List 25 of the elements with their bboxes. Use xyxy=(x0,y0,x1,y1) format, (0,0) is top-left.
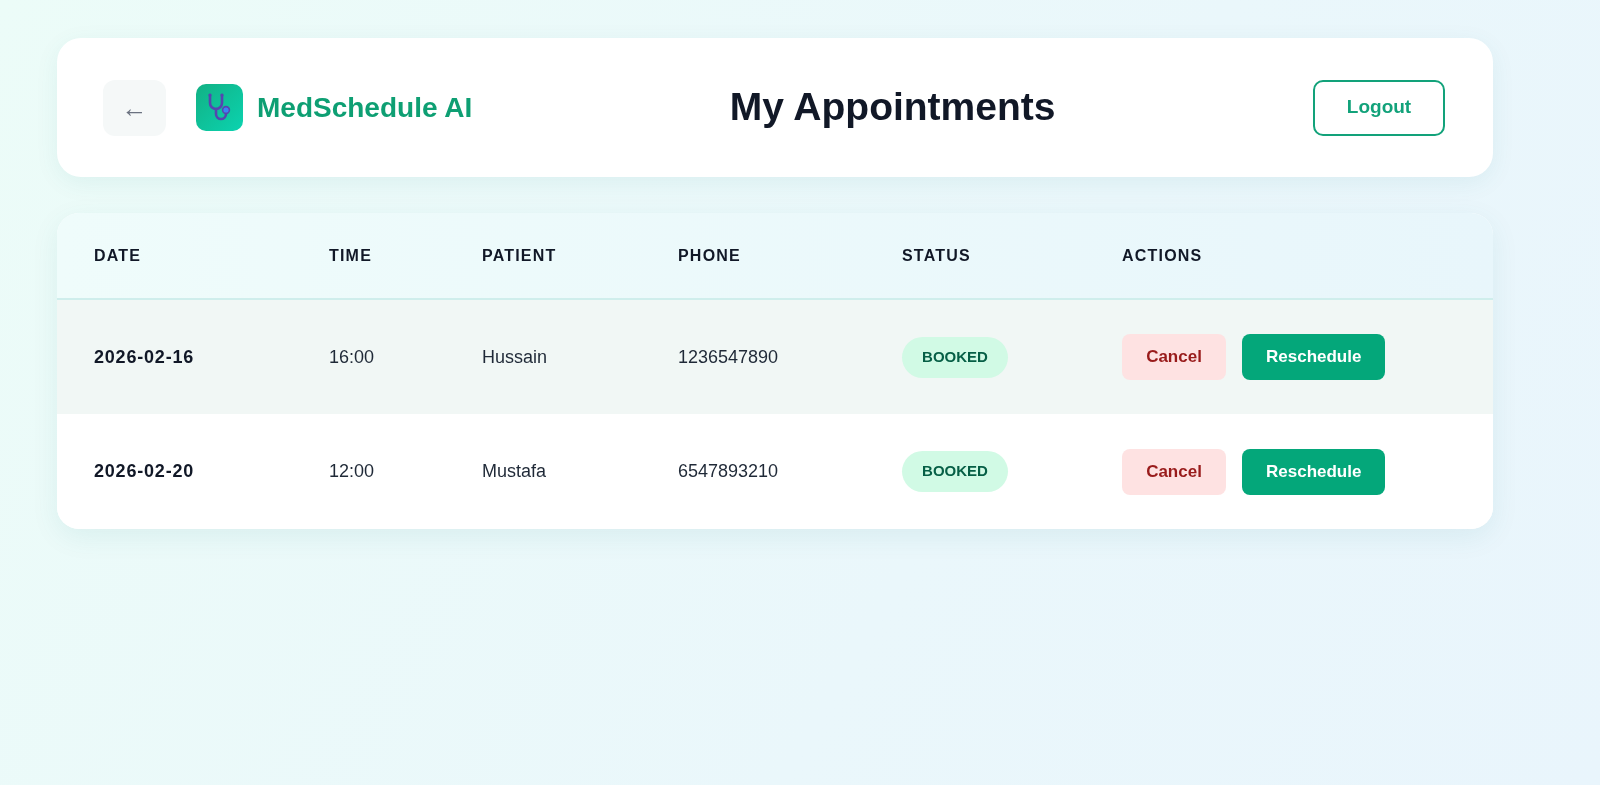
stethoscope-logo-icon xyxy=(196,84,243,131)
back-button[interactable]: ← xyxy=(103,79,166,136)
column-header: PATIENT xyxy=(482,246,557,264)
reschedule-button[interactable]: Reschedule xyxy=(1242,448,1386,495)
column-header: ACTIONS xyxy=(1122,246,1203,264)
phone-cell: 6547893210 xyxy=(678,461,779,481)
column-header: TIME xyxy=(329,246,373,264)
time-cell: 12:00 xyxy=(329,461,375,481)
patient-name-cell: Mustafa xyxy=(482,461,547,481)
cancel-button[interactable]: Cancel xyxy=(1122,334,1226,380)
status-badge: BOOKED xyxy=(902,451,1008,492)
column-header: PHONE xyxy=(678,246,741,264)
column-header: STATUS xyxy=(902,246,971,264)
patient-name-cell: Hussain xyxy=(482,346,548,367)
reschedule-button[interactable]: Reschedule xyxy=(1242,334,1386,380)
logout-button[interactable]: Logout xyxy=(1313,79,1445,136)
time-cell: 16:00 xyxy=(329,346,375,367)
date-cell: 2026-02-20 xyxy=(94,461,195,481)
page-title: My Appointments xyxy=(729,84,1056,131)
status-badge: BOOKED xyxy=(902,336,1008,378)
column-header: DATE xyxy=(94,246,142,264)
cancel-button[interactable]: Cancel xyxy=(1122,448,1226,495)
phone-cell: 1236547890 xyxy=(678,346,779,367)
brand-name: MedSchedule AI xyxy=(257,90,473,125)
date-cell: 2026-02-16 xyxy=(94,346,195,367)
